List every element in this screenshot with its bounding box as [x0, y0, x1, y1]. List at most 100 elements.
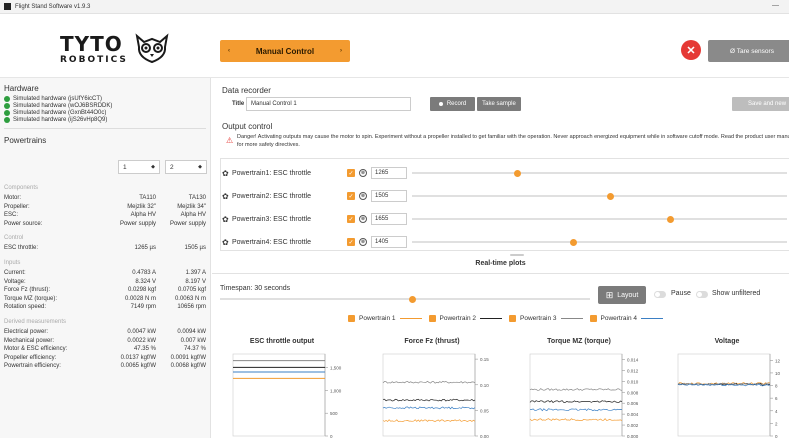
plot-chart: 0.014 0.012 0.010 0.008 0.006 0.004 0.002 0.000 — [529, 353, 639, 438]
enable-checkbox[interactable]: ✓ — [347, 169, 355, 177]
powertrain-select-1[interactable]: 1 ◆ — [118, 160, 160, 174]
plot-frame — [232, 353, 326, 437]
plot-title: Torque MZ (torque) — [547, 338, 611, 345]
timespan-slider[interactable] — [220, 295, 590, 303]
minimize-button[interactable]: — — [772, 2, 779, 9]
legend-checkbox[interactable] — [348, 315, 355, 322]
y-tick-label: 2 — [775, 421, 778, 426]
throttle-slider-thumb[interactable] — [569, 238, 577, 246]
tare-sensors-button[interactable]: Ø Tare sensors — [708, 40, 789, 62]
table-row: ESC: Alpha HV Alpha HV — [4, 212, 206, 218]
y-tick-label: 0.004 — [627, 412, 639, 417]
hardware-title: Hardware — [4, 84, 39, 93]
throttle-label: Powertrain4: ESC throttle — [232, 238, 311, 246]
warning-icon: ⚠ — [226, 136, 234, 145]
series-line — [382, 419, 476, 423]
row-value-powertrain-1: 0.0022 kW — [127, 337, 156, 344]
row-label: ESC: — [4, 212, 19, 219]
show-unfiltered-toggle[interactable] — [696, 291, 708, 298]
enable-checkbox[interactable]: ✓ — [347, 215, 355, 223]
y-tick-label: 0.10 — [480, 383, 489, 388]
table-row: Electrical power: 0.0047 kW 0.0094 kW — [4, 329, 206, 335]
mode-prev-icon[interactable]: ‹ — [228, 48, 230, 54]
mode-selector-button[interactable]: ‹ Manual Control › — [220, 40, 350, 62]
layout-button[interactable]: ⊞ Layout — [598, 286, 646, 304]
row-label: Motor & ESC efficiency: — [4, 346, 68, 353]
throttle-row: ✿ Powertrain2: ESC throttle ✓ ⊗ 1505 — [222, 189, 789, 203]
recording-title-input[interactable]: Manual Control 1 — [246, 97, 411, 111]
row-value-powertrain-1: Mejzlik 32" — [127, 203, 156, 210]
record-button[interactable]: Record — [430, 97, 475, 111]
hardware-item: Simulated hardware (wOJ6BSRDDK) — [0, 102, 210, 109]
table-row: Propeller efficiency: 0.0137 kgf/W 0.0091 … — [4, 355, 206, 361]
y-tick-label: 0.000 — [627, 434, 639, 438]
row-value-powertrain-1: 8.324 V — [135, 278, 156, 285]
gear-icon[interactable]: ✿ — [222, 169, 232, 178]
throttle-label: Powertrain1: ESC throttle — [232, 169, 311, 177]
throttle-slider-thumb[interactable] — [513, 169, 521, 177]
row-label: ESC throttle: — [4, 245, 39, 252]
legend-item[interactable]: Powertrain 1 — [348, 315, 422, 322]
throttle-slider[interactable] — [412, 215, 787, 223]
enable-checkbox[interactable]: ✓ — [347, 192, 355, 200]
row-label: Powertrain efficiency: — [4, 363, 61, 370]
legend-item[interactable]: Powertrain 2 — [428, 315, 502, 322]
reset-icon[interactable]: ⊗ — [359, 192, 367, 200]
timespan-slider-thumb[interactable] — [408, 295, 416, 303]
series-line — [382, 406, 476, 410]
throttle-value-input[interactable]: 1655 — [371, 213, 407, 225]
reset-icon[interactable]: ⊗ — [359, 238, 367, 246]
reset-icon[interactable]: ⊗ — [359, 169, 367, 177]
throttle-slider[interactable] — [412, 169, 787, 177]
row-value-powertrain-2: TA130 — [188, 195, 206, 201]
legend-label: Powertrain 4 — [600, 315, 638, 322]
logo-line-1: TYTO — [60, 31, 123, 56]
y-tick-label: 4 — [775, 409, 778, 414]
legend-checkbox[interactable] — [509, 315, 516, 322]
row-label: Rotation speed: — [4, 304, 47, 311]
gear-icon[interactable]: ✿ — [222, 192, 232, 201]
table-row: Rotation speed: 7149 rpm 10656 rpm — [4, 304, 206, 310]
hardware-item-label: Simulated hardware (GxnBt44O0c) — [13, 109, 107, 116]
legend-item[interactable]: Powertrain 3 — [509, 315, 583, 322]
resize-handle[interactable] — [510, 254, 524, 256]
y-tick-label: 1,500 — [330, 366, 342, 371]
hardware-item: Simulated hardware (jsUfY6icCT) — [0, 95, 210, 102]
mode-next-icon[interactable]: › — [340, 48, 342, 54]
row-label: Force Fz (thrust): — [4, 287, 51, 294]
legend-checkbox[interactable] — [589, 315, 597, 322]
throttle-value-input[interactable]: 1505 — [371, 190, 407, 202]
timespan-label: Timespan: 30 seconds — [220, 285, 291, 292]
enable-checkbox[interactable]: ✓ — [347, 238, 355, 246]
y-tick-label: 8 — [775, 384, 778, 389]
throttle-slider[interactable] — [412, 192, 787, 200]
y-tick-label: 10 — [775, 371, 781, 376]
legend-checkbox[interactable] — [428, 315, 436, 322]
take-sample-button[interactable]: Take sample — [477, 97, 521, 111]
row-value-powertrain-2: 1.397 A — [185, 270, 206, 276]
hardware-item: Simulated hardware (ijS26vHp8Q9) — [0, 116, 210, 123]
plot-legend: Powertrain 1 Powertrain 2 Powertrain 3 Powe… — [348, 315, 663, 322]
series-line — [529, 408, 623, 412]
throttle-value-input[interactable]: 1265 — [371, 167, 407, 179]
check-circle-icon — [4, 116, 10, 123]
select-1-value: 1 — [123, 163, 127, 171]
save-and-new-button[interactable]: Save and new — [732, 97, 789, 111]
emergency-stop-button[interactable]: ✕ — [681, 40, 701, 60]
mode-label: Manual Control — [255, 46, 315, 56]
gear-icon[interactable]: ✿ — [222, 238, 232, 247]
grid-icon: ⊞ — [605, 289, 614, 300]
throttle-slider-thumb[interactable] — [667, 215, 675, 223]
powertrain-select-2[interactable]: 2 ◆ — [165, 160, 207, 174]
reset-icon[interactable]: ⊗ — [359, 215, 367, 223]
hardware-item-label: Simulated hardware (ijS26vHp8Q9) — [13, 116, 108, 123]
legend-item[interactable]: Powertrain 4 — [589, 315, 663, 322]
series-line — [382, 398, 476, 402]
gear-icon[interactable]: ✿ — [222, 215, 232, 224]
throttle-value-input[interactable]: 1405 — [371, 236, 407, 248]
throttle-slider[interactable] — [412, 238, 787, 246]
pause-label: Pause — [671, 290, 691, 297]
plot-frame — [677, 353, 771, 437]
throttle-slider-thumb[interactable] — [607, 192, 615, 200]
pause-toggle[interactable] — [654, 291, 666, 298]
